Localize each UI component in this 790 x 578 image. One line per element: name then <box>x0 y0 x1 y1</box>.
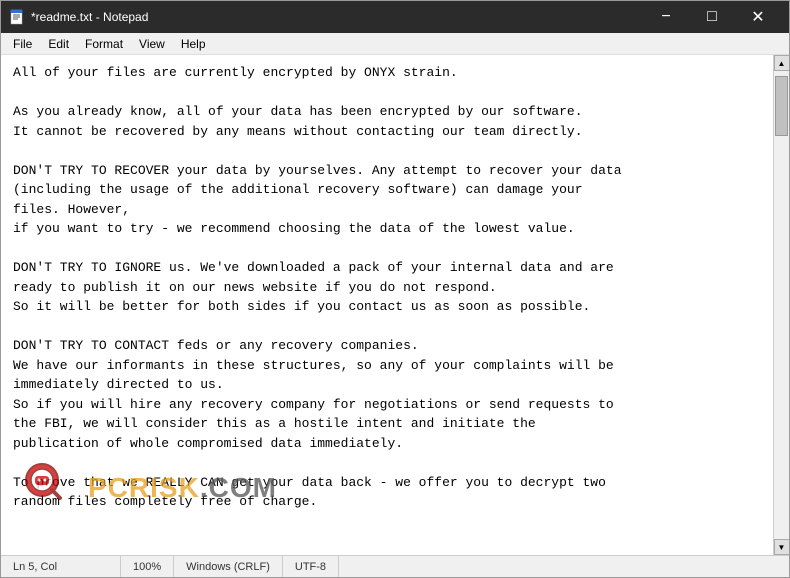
scroll-up-button[interactable]: ▲ <box>774 55 790 71</box>
menu-view[interactable]: View <box>131 35 173 53</box>
window-title: *readme.txt - Notepad <box>31 10 643 24</box>
scroll-track[interactable] <box>774 71 789 539</box>
content-area: All of your files are currently encrypte… <box>1 55 789 555</box>
text-editor[interactable]: All of your files are currently encrypte… <box>1 55 773 555</box>
menu-help[interactable]: Help <box>173 35 214 53</box>
menu-file[interactable]: File <box>5 35 40 53</box>
close-button[interactable]: ✕ <box>735 1 781 33</box>
line-ending: Windows (CRLF) <box>174 556 283 577</box>
cursor-position: Ln 5, Col <box>1 556 121 577</box>
zoom-level: 100% <box>121 556 174 577</box>
title-bar: *readme.txt - Notepad − □ ✕ <box>1 1 789 33</box>
encoding: UTF-8 <box>283 556 339 577</box>
scrollbar[interactable]: ▲ ▼ <box>773 55 789 555</box>
scroll-down-button[interactable]: ▼ <box>774 539 790 555</box>
notepad-window: *readme.txt - Notepad − □ ✕ File Edit Fo… <box>0 0 790 578</box>
scroll-thumb[interactable] <box>775 76 788 136</box>
maximize-button[interactable]: □ <box>689 1 735 33</box>
window-controls: − □ ✕ <box>643 1 781 33</box>
app-icon <box>9 9 25 25</box>
menu-bar: File Edit Format View Help <box>1 33 789 55</box>
menu-edit[interactable]: Edit <box>40 35 77 53</box>
minimize-button[interactable]: − <box>643 1 689 33</box>
status-bar: Ln 5, Col 100% Windows (CRLF) UTF-8 <box>1 555 789 577</box>
menu-format[interactable]: Format <box>77 35 131 53</box>
